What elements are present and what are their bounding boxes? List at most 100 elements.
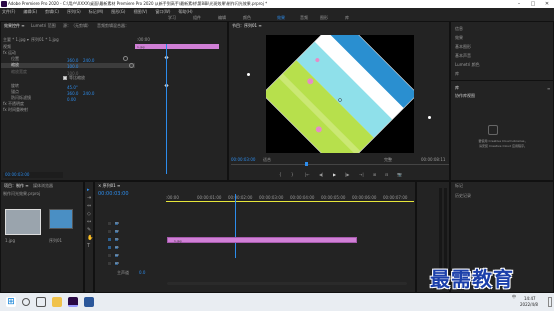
tab-program[interactable]: 节目：序列01 ≡ — [232, 23, 262, 29]
premiere-pro-taskbar-icon[interactable] — [68, 297, 78, 307]
notification-icon[interactable] — [548, 297, 552, 307]
pen-tool-icon[interactable]: ✎ — [87, 228, 92, 233]
menu-edit[interactable]: 编辑(E) — [23, 9, 37, 14]
quality-dropdown[interactable]: 完整 — [384, 157, 392, 163]
track-label-a3[interactable]: A3 — [114, 261, 119, 266]
step-back-button[interactable]: ◀| — [319, 172, 323, 177]
toggle-sync-lock-icon[interactable] — [107, 221, 112, 226]
menu-view[interactable]: 视图(V) — [133, 9, 147, 14]
tab-media-browser[interactable]: 媒体浏览器 — [33, 183, 53, 189]
tab-project[interactable]: 项目：制作 ≡ — [4, 183, 29, 189]
toggle-sync-lock-icon[interactable] — [107, 229, 112, 234]
mark-out-button[interactable]: } — [291, 172, 294, 177]
maximize-button[interactable]: □ — [526, 0, 540, 8]
thumbnail-image[interactable] — [5, 209, 41, 235]
menu-marker[interactable]: 标记(M) — [89, 9, 104, 14]
toggle-sync-lock-icon[interactable] — [107, 253, 112, 258]
timeline-ruler[interactable]: :00:00 00:00:01:00 00:00:02:00 00:00:03:… — [166, 195, 414, 200]
tray-language[interactable]: 中 — [512, 294, 516, 300]
search-icon[interactable] — [22, 298, 30, 306]
panel-item-essential-graphics[interactable]: 基本图形 — [455, 45, 471, 49]
hand-tool-icon[interactable]: ✋ — [87, 236, 93, 241]
extract-button[interactable]: ⊟ — [385, 172, 388, 177]
panel-item-info[interactable]: 信息 — [455, 27, 463, 31]
menu-help[interactable]: 帮助(H) — [178, 9, 192, 14]
word-icon[interactable] — [84, 297, 94, 307]
go-to-in-button[interactable]: |← — [305, 172, 310, 177]
razor-tool-icon[interactable]: ◇ — [87, 212, 92, 217]
transform-handle[interactable] — [428, 116, 431, 119]
menu-graphics[interactable]: 图形(G) — [111, 9, 125, 14]
step-forward-button[interactable]: |▶ — [345, 172, 349, 177]
uniform-scale-checkbox[interactable] — [63, 76, 67, 80]
windows-start-icon[interactable]: ⊞ — [6, 297, 16, 307]
tab-audio-mixer[interactable]: 音频剪辑混合器： — [97, 23, 129, 29]
type-tool-icon[interactable]: T — [87, 244, 92, 249]
keyframe-toggle-icon[interactable] — [123, 56, 128, 61]
ripple-edit-tool-icon[interactable]: ⇔ — [87, 204, 92, 209]
source-patch-a1[interactable] — [107, 245, 112, 250]
clock-time[interactable]: 14:47 — [524, 296, 536, 301]
work-area-bar[interactable] — [166, 201, 414, 202]
panel-item-libraries[interactable]: 库 — [455, 72, 459, 76]
menu-clip[interactable]: 剪辑(C) — [45, 9, 59, 14]
clock-date[interactable]: 2022/4/8 — [520, 302, 538, 307]
section-motion[interactable]: fx 运动 — [3, 51, 16, 55]
timeline-clip[interactable]: 1.jpg — [167, 237, 357, 243]
track-select-tool-icon[interactable]: ⇥ — [87, 196, 92, 201]
play-button[interactable]: ▶ — [333, 172, 336, 177]
anchor-x-value[interactable]: 360.0 — [67, 91, 78, 96]
go-to-out-button[interactable]: →| — [359, 172, 364, 177]
program-scrub-bar[interactable] — [231, 164, 449, 165]
export-frame-button[interactable]: 📷 — [397, 172, 402, 177]
track-label-v3[interactable]: V3 — [114, 221, 119, 226]
lift-button[interactable]: ⊞ — [373, 172, 376, 177]
menu-sequence[interactable]: 序列(S) — [67, 9, 81, 14]
anti-flicker-value[interactable]: 0.00 — [67, 97, 76, 102]
ec-playhead[interactable] — [166, 44, 167, 174]
menu-window[interactable]: 窗口(W) — [155, 9, 170, 14]
source-label[interactable]: 主要 * 1.jpg ▾ — [3, 38, 29, 42]
close-button[interactable]: ✕ — [540, 0, 554, 8]
track-label-v1[interactable]: V1 — [114, 237, 119, 242]
scale-value[interactable]: 100.0 — [67, 64, 78, 69]
timeline-timecode[interactable]: 00:00:03:00 — [98, 191, 129, 197]
tab-source[interactable]: 源：（无剪辑） — [63, 23, 91, 29]
tab-lumetri-scopes[interactable]: Lumetri 范围 — [31, 23, 56, 29]
track-label-a1[interactable]: A1 — [114, 245, 119, 250]
track-label-v2[interactable]: V2 — [114, 229, 119, 234]
source-patch-v1[interactable] — [107, 237, 112, 242]
program-timecode[interactable]: 00:00:03:00 — [231, 157, 255, 162]
anchor-y-value[interactable]: 240.0 — [83, 91, 94, 96]
section-opacity[interactable]: fx 不透明度 — [3, 102, 24, 106]
slip-tool-icon[interactable]: ↔ — [87, 220, 92, 225]
toggle-sync-lock-icon[interactable] — [107, 261, 112, 266]
tab-sequence[interactable]: × 序列01 ≡ — [98, 183, 120, 189]
mark-in-button[interactable]: { — [279, 172, 282, 177]
tab-effect-controls[interactable]: 效果控件 ≡ — [4, 23, 25, 29]
ec-timecode[interactable]: 00:00:03:00 — [5, 172, 29, 177]
rotation-value[interactable]: 45.0° — [67, 85, 78, 90]
selection-tool-icon[interactable]: ▸ — [87, 188, 92, 193]
video-frame[interactable] — [266, 35, 414, 153]
file-explorer-icon[interactable] — [52, 297, 62, 307]
library-view-tab[interactable]: 协作库视图 — [455, 94, 475, 98]
timeline-scrollbar[interactable] — [167, 282, 407, 285]
panel-menu-icon[interactable]: ≡ — [547, 86, 552, 91]
master-track-value[interactable]: 0.0 — [139, 270, 145, 275]
panel-item-lumetri-color[interactable]: Lumetri 颜色 — [455, 63, 480, 67]
minimize-button[interactable]: – — [512, 0, 526, 8]
panel-item-essential-sound[interactable]: 基本声音 — [455, 54, 471, 58]
section-time-remap[interactable]: fx 时间重映射 — [3, 108, 28, 112]
panel-item-history[interactable]: 历史记录 — [455, 194, 471, 198]
panel-item-markers[interactable]: 标记 — [455, 184, 463, 188]
reset-icon[interactable] — [129, 63, 134, 68]
track-label-a2[interactable]: A2 — [114, 253, 119, 258]
task-view-icon[interactable] — [36, 297, 46, 307]
fit-dropdown[interactable]: 适合 — [263, 157, 271, 163]
program-playhead[interactable] — [305, 162, 308, 166]
menu-file[interactable]: 文件(F) — [2, 9, 15, 14]
transform-handle[interactable] — [247, 73, 250, 76]
thumbnail-sequence[interactable] — [49, 209, 73, 229]
panel-item-effects[interactable]: 效果 — [455, 36, 463, 40]
